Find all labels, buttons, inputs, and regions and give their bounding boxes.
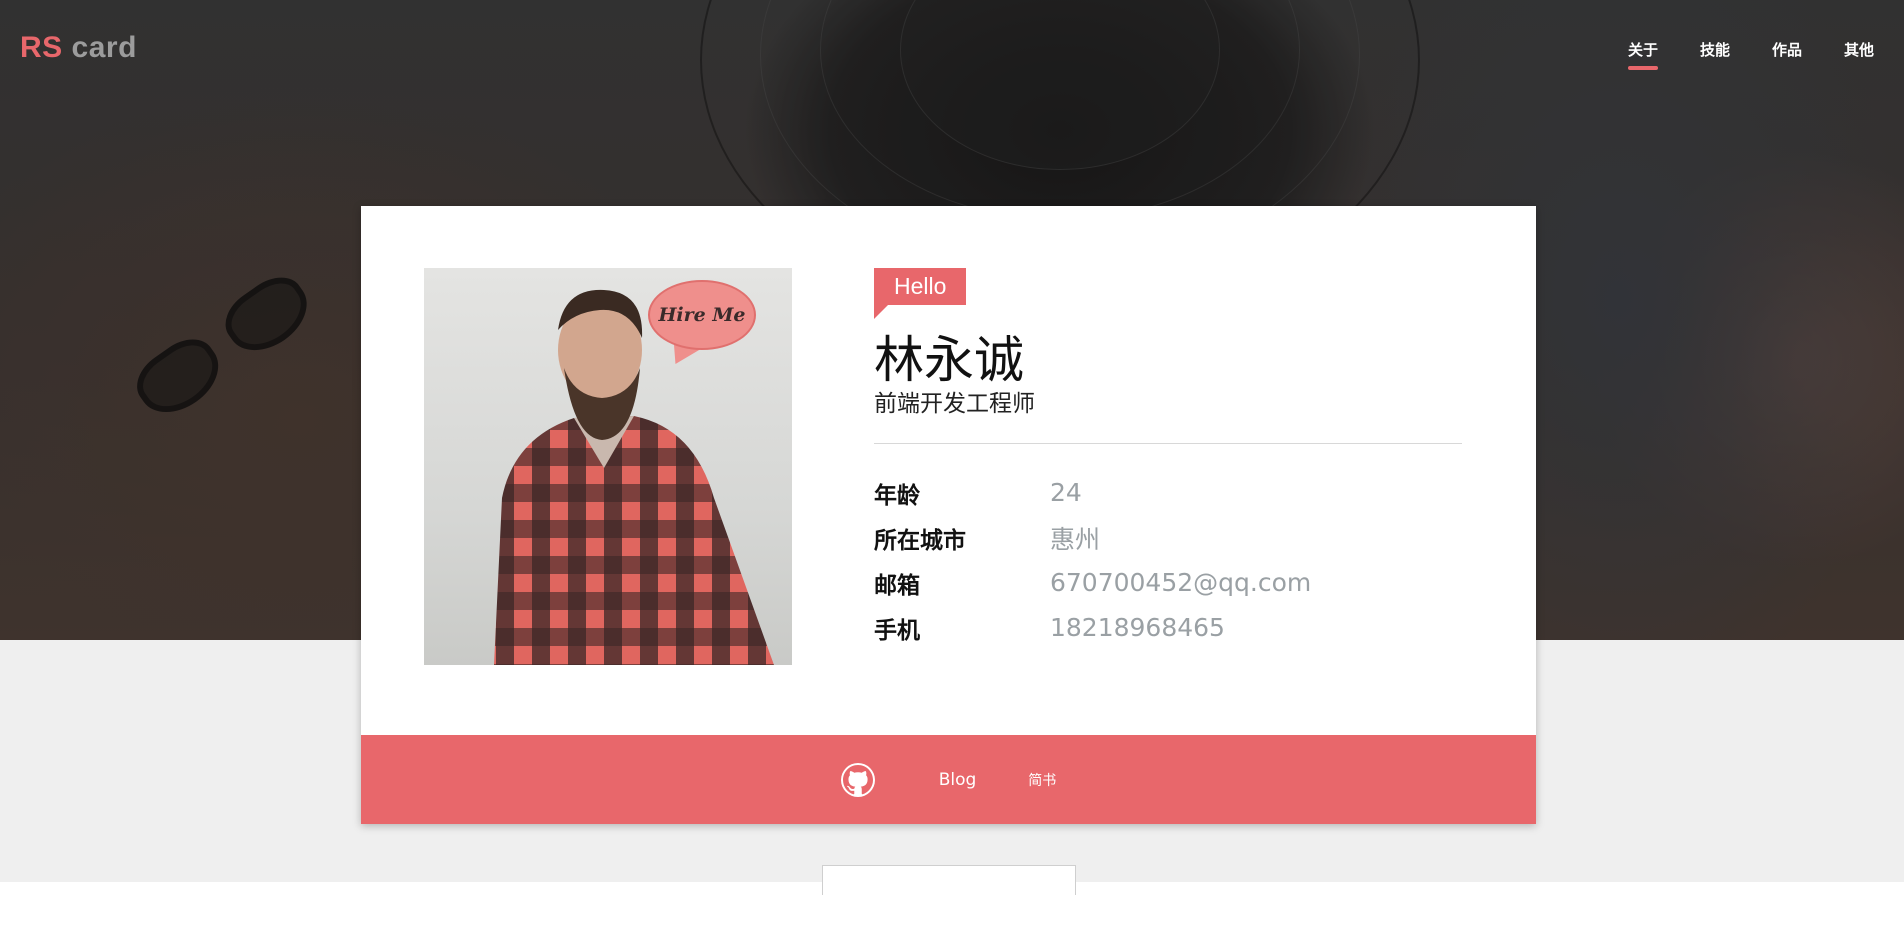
github-icon [842, 764, 873, 794]
jianshu-link[interactable]: 简书 [1028, 770, 1056, 790]
detail-row-email: 邮箱 670700452@qq.com [874, 560, 1462, 605]
detail-value: 24 [1050, 478, 1082, 507]
detail-label: 邮箱 [874, 572, 920, 599]
hello-badge: Hello [874, 268, 967, 319]
divider [874, 443, 1462, 444]
detail-row-age: 年龄 24 [874, 470, 1462, 515]
profile-details: 年龄 24 所在城市 惠州 邮箱 670700452@qq.com 手机 182… [874, 470, 1462, 650]
nav-item-about[interactable]: 关于 [1627, 40, 1658, 70]
social-links-bar: Blog 简书 [361, 735, 1536, 824]
logo-rs-text: RS [20, 31, 63, 64]
hire-me-bubble: Hire Me [648, 280, 756, 350]
github-link[interactable] [840, 762, 875, 797]
profile-info: Hello 林永诚 前端开发工程师 年龄 24 所在城市 惠州 邮箱 67070… [874, 268, 1462, 650]
nav-item-works[interactable]: 作品 [1772, 40, 1802, 60]
detail-row-phone: 手机 18218968465 [874, 605, 1462, 650]
next-section-tab [822, 865, 1076, 895]
detail-value: 惠州 [1050, 524, 1101, 554]
site-logo[interactable]: RS card [20, 30, 137, 66]
nav-item-other[interactable]: 其他 [1844, 40, 1874, 60]
nav-item-skills[interactable]: 技能 [1700, 40, 1730, 60]
main-nav: 关于 技能 作品 其他 [1627, 40, 1904, 70]
detail-value: 18218968465 [1050, 613, 1225, 642]
profile-name: 林永诚 [874, 331, 1024, 389]
blog-link[interactable]: Blog [939, 770, 977, 790]
detail-value: 670700452@qq.com [1050, 568, 1312, 597]
detail-label: 年龄 [874, 482, 920, 509]
detail-row-city: 所在城市 惠州 [874, 515, 1462, 560]
profile-photo: Hire Me [424, 268, 792, 665]
profile-card: Hire Me Hello 林永诚 前端开发工程师 年龄 24 所在城市 惠州 … [361, 206, 1536, 824]
detail-label: 所在城市 [874, 527, 966, 554]
resume-page: RS card 关于 技能 作品 其他 Hire Me Hello 林永诚 前端… [0, 0, 1904, 950]
profile-job-title: 前端开发工程师 [874, 391, 1035, 417]
logo-card-text: card [71, 31, 137, 64]
detail-label: 手机 [874, 617, 920, 644]
